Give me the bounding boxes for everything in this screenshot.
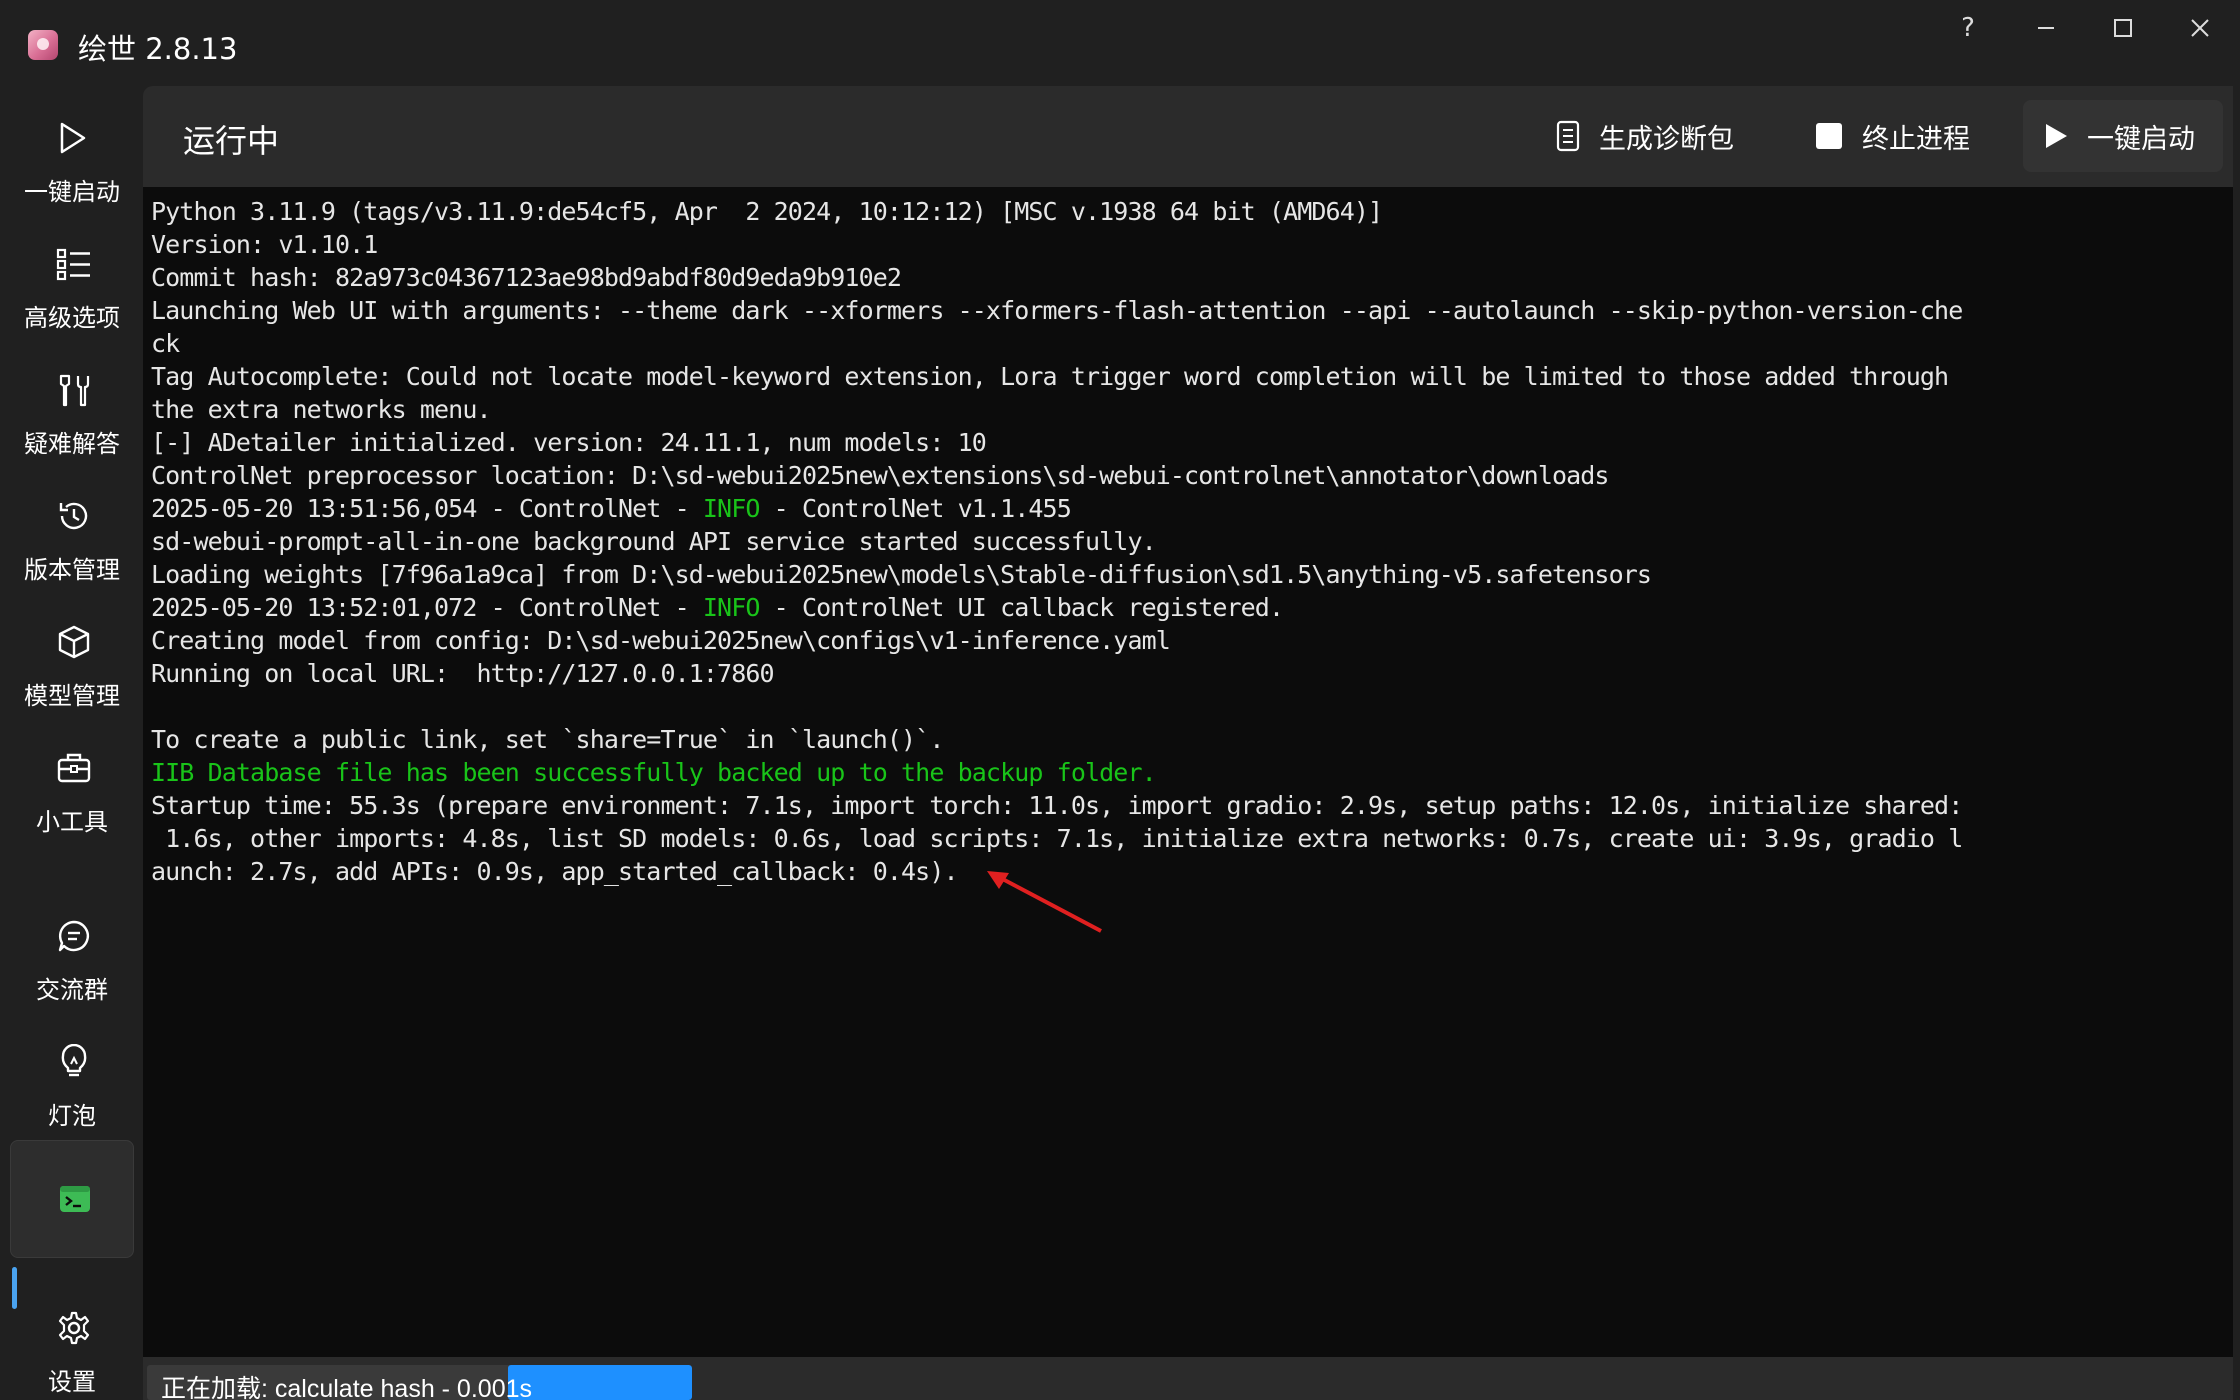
- sidebar-item-tools[interactable]: 小工具: [10, 730, 134, 848]
- history-icon: [59, 502, 88, 530]
- sidebar-item-label: 交流群: [36, 976, 108, 1004]
- console-line: Python 3.11.9 (tags/v3.11.9:de54cf5, Apr…: [151, 197, 1383, 226]
- close-button[interactable]: [2170, 8, 2230, 48]
- console-line: Tag Autocomplete: Could not locate model…: [151, 362, 1949, 391]
- console-line: IIB Database file has been successfully …: [151, 758, 1157, 787]
- console-line: Loading weights [7f96a1a9ca] from D:\sd-…: [151, 560, 1652, 589]
- log-level-info: INFO: [702, 494, 761, 523]
- console-line: the extra networks menu.: [151, 395, 492, 424]
- gear-icon: [58, 1311, 90, 1345]
- wrench-icon: [59, 374, 90, 407]
- cube-icon: [58, 625, 90, 659]
- minimize-icon: [2038, 27, 2054, 29]
- console-line: Launching Web UI with arguments: --theme…: [151, 296, 1963, 325]
- page-title: 运行中: [183, 122, 280, 160]
- active-indicator: [12, 1267, 17, 1309]
- log-level-info: INFO: [702, 593, 761, 622]
- progress-fill: [508, 1365, 692, 1400]
- sidebar-item-console[interactable]: [10, 1140, 134, 1258]
- diagnose-button[interactable]: 生成诊断包: [1535, 100, 1754, 172]
- console-line: To create a public link, set `share=True…: [151, 725, 944, 754]
- loading-progress-bar: 正在加载: calculate hash - 0.001s: [147, 1365, 692, 1400]
- sidebar-item-troubleshoot[interactable]: 疑难解答: [10, 352, 134, 470]
- annotation-arrow-icon: [987, 871, 1102, 933]
- console-line: 1.6s, other imports: 4.8s, list SD model…: [151, 824, 1963, 853]
- console-line: Running on local URL: http://127.0.0.1:7…: [151, 659, 775, 688]
- loading-status-text: 正在加载: calculate hash - 0.001s: [161, 1375, 532, 1400]
- sidebar-item-advanced[interactable]: 高级选项: [10, 226, 134, 344]
- terminal-icon: [60, 1186, 90, 1212]
- sidebar-item-bulb[interactable]: 灯泡: [10, 1024, 134, 1142]
- help-button[interactable]: ?: [1938, 8, 1998, 48]
- sidebar-item-launch[interactable]: 一键启动: [10, 100, 134, 218]
- console-line: Startup time: 55.3s (prepare environment…: [151, 791, 1963, 820]
- chat-icon: [58, 920, 89, 952]
- window-title: 绘世 2.8.13: [78, 32, 238, 66]
- close-icon: [2191, 19, 2209, 37]
- console-output[interactable]: Python 3.11.9 (tags/v3.11.9:de54cf5, Apr…: [143, 187, 2233, 1357]
- bulb-icon: [61, 1044, 87, 1077]
- console-line: Commit hash: 82a973c04367123ae98bd9abdf8…: [151, 263, 902, 292]
- launch-label: 一键启动: [2087, 123, 2195, 155]
- status-bar: 正在加载: calculate hash - 0.001s: [143, 1357, 2233, 1400]
- sidebar-item-label: 疑难解答: [24, 430, 120, 458]
- sidebar-item-community[interactable]: 交流群: [10, 898, 134, 1016]
- toolbox-icon: [57, 753, 91, 783]
- play-icon: [60, 122, 86, 154]
- sidebar-item-label: 版本管理: [24, 556, 120, 584]
- diagnose-label: 生成诊断包: [1599, 123, 1734, 155]
- title-bar: 绘世 2.8.13 ?: [0, 0, 2240, 86]
- main-panel: 运行中 生成诊断包 终止进程 一键启动 Python 3.11.9 (tags/…: [143, 86, 2233, 1400]
- stop-icon: [1816, 123, 1842, 149]
- console-text: Python 3.11.9 (tags/v3.11.9:de54cf5, Apr…: [151, 195, 2211, 888]
- list-icon: [56, 248, 90, 281]
- sidebar-item-versions[interactable]: 版本管理: [10, 478, 134, 596]
- maximize-button[interactable]: [2093, 8, 2153, 48]
- app-logo-icon: [28, 30, 58, 60]
- console-line: Version: v1.10.1: [151, 230, 378, 259]
- sidebar-item-label: 模型管理: [24, 682, 120, 710]
- console-line: 2025-05-20 13:51:56,054 - ControlNet - I…: [151, 494, 1072, 523]
- sidebar-item-models[interactable]: 模型管理: [10, 604, 134, 722]
- console-line: ControlNet preprocessor location: D:\sd-…: [151, 461, 1609, 490]
- sidebar-item-label: 高级选项: [24, 304, 120, 332]
- sidebar: 一键启动 高级选项 疑难解答 版本管理 模型管理 小工具 交流群 灯泡 设置: [0, 86, 143, 1400]
- launch-button[interactable]: 一键启动: [2023, 100, 2223, 172]
- console-line: Creating model from config: D:\sd-webui2…: [151, 626, 1171, 655]
- play-filled-icon: [2046, 124, 2067, 148]
- stop-label: 终止进程: [1862, 123, 1970, 155]
- console-line: 2025-05-20 13:52:01,072 - ControlNet - I…: [151, 593, 1284, 622]
- document-icon: [1556, 120, 1580, 152]
- maximize-icon: [2114, 19, 2132, 37]
- sidebar-item-label: 设置: [48, 1368, 96, 1396]
- console-line: sd-webui-prompt-all-in-one background AP…: [151, 527, 1157, 556]
- minimize-button[interactable]: [2016, 8, 2076, 48]
- stop-process-button[interactable]: 终止进程: [1794, 100, 1990, 172]
- sidebar-item-label: 小工具: [36, 808, 108, 836]
- sidebar-item-label: 灯泡: [48, 1102, 96, 1130]
- console-line: [-] ADetailer initialized. version: 24.1…: [151, 428, 987, 457]
- console-line: aunch: 2.7s, add APIs: 0.9s, app_started…: [151, 857, 959, 886]
- sidebar-item-label: 一键启动: [24, 178, 120, 206]
- console-line: ck: [151, 329, 180, 358]
- sidebar-item-settings[interactable]: 设置: [10, 1290, 134, 1400]
